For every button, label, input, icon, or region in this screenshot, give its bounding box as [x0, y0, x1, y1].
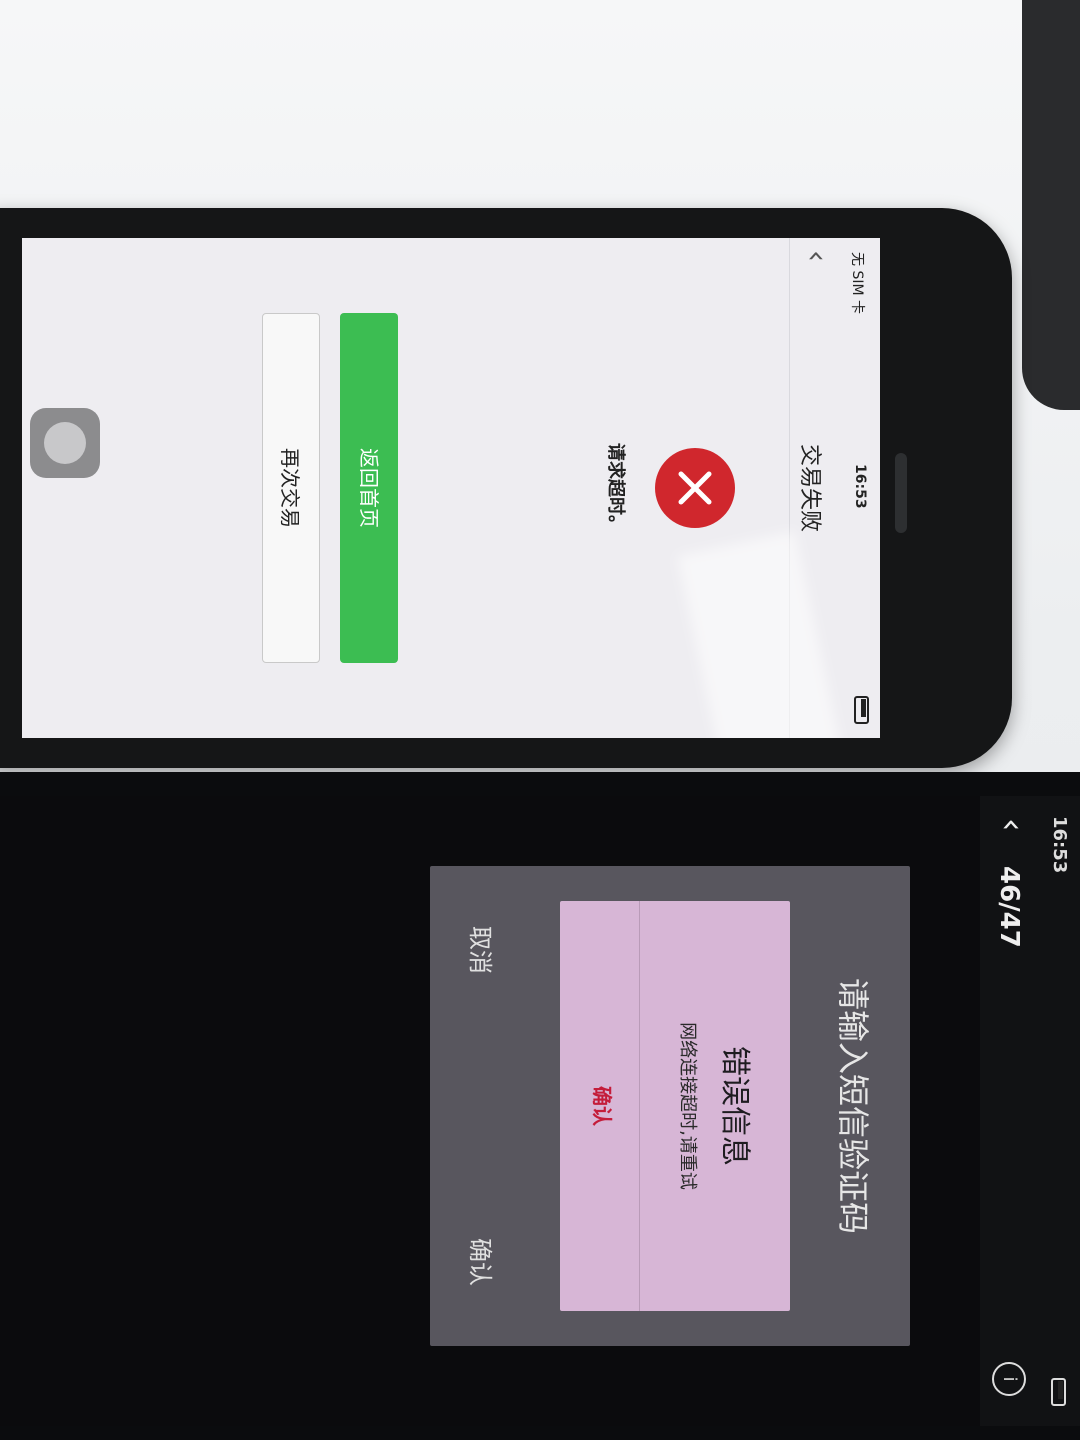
- error-dialog: 错误信息 网络连接超时,请重试 确认: [560, 901, 790, 1311]
- android-device: 16:53 ‹ 46/47 i 请输入短信验证码 取消 确认 错误信息 网络连接…: [0, 772, 1080, 1440]
- carrier-label: 无 SIM 卡: [849, 252, 865, 314]
- return-home-button[interactable]: 返回首页: [340, 313, 398, 663]
- sms-dialog-title: 请输入短信验证码: [834, 977, 872, 1234]
- desk-mat: [1022, 0, 1080, 410]
- android-screen-content: 16:53 ‹ 46/47 i 请输入短信验证码 取消 确认 错误信息 网络连接…: [0, 796, 1080, 1426]
- iphone-device: 无 SIM 卡 16:53 ‹ 交易失败 请求超时。 返回首页 再次交易: [0, 208, 1012, 768]
- iphone-screen: 无 SIM 卡 16:53 ‹ 交易失败 请求超时。 返回首页 再次交易: [22, 238, 880, 738]
- error-confirm-button[interactable]: 确认: [589, 901, 618, 1311]
- sms-confirm-button[interactable]: 确认: [465, 1238, 500, 1286]
- error-dialog-title: 错误信息: [717, 1046, 752, 1166]
- retry-transaction-button[interactable]: 再次交易: [262, 313, 320, 663]
- page-title: 交易失败: [797, 443, 822, 532]
- home-area: [895, 453, 907, 533]
- battery-icon: [854, 696, 870, 724]
- dialog-divider: [639, 901, 640, 1311]
- iphone-screen-content: 无 SIM 卡 16:53 ‹ 交易失败 请求超时。 返回首页 再次交易: [22, 238, 880, 738]
- photo-scene: 无 SIM 卡 16:53 ‹ 交易失败 请求超时。 返回首页 再次交易 16:…: [0, 0, 1080, 1440]
- battery-icon: [1049, 1378, 1070, 1406]
- android-screen: 16:53 ‹ 46/47 i 请输入短信验证码 取消 确认 错误信息 网络连接…: [0, 796, 1080, 1426]
- error-message: 请求超时。: [605, 443, 626, 533]
- status-time: 16:53: [1049, 816, 1070, 874]
- assistive-touch-button[interactable]: [30, 408, 100, 478]
- chevron-left-icon[interactable]: ‹: [992, 818, 1032, 832]
- status-bar: 16:53: [1040, 796, 1080, 1426]
- info-icon[interactable]: i: [992, 1362, 1026, 1396]
- error-x-icon: [655, 448, 735, 528]
- sms-cancel-button[interactable]: 取消: [465, 926, 500, 974]
- nav-bar: ‹ 46/47 i: [980, 796, 1040, 1426]
- error-dialog-message: 网络连接超时,请重试: [677, 1022, 698, 1190]
- nav-bar: ‹ 交易失败: [789, 238, 840, 738]
- status-time: 16:53: [852, 464, 868, 509]
- page-counter: 46/47: [994, 866, 1024, 948]
- status-bar: 无 SIM 卡 16:53: [840, 238, 880, 738]
